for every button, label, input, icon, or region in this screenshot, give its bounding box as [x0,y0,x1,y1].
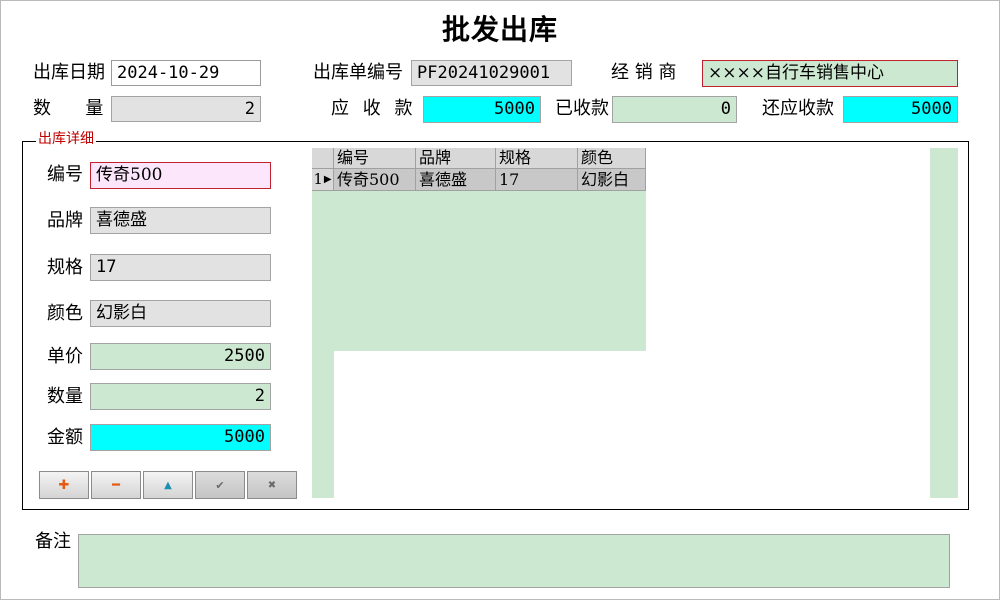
amount-field[interactable]: 5000 [90,424,271,451]
table-row[interactable]: 1 ▶ 传奇500 喜德盛 17 幻影白 [312,169,646,191]
order-no-field[interactable]: PF20241029001 [411,60,572,86]
color-field[interactable]: 幻影白 [90,300,271,327]
grid-cell[interactable]: 17 [496,169,578,191]
detail-group-label: 出库详细 [36,130,96,148]
spec-field[interactable]: 17 [90,254,271,281]
receivable-label: 应 收 款 [331,98,417,119]
color-label: 颜色 [47,303,83,324]
price-label: 单价 [47,346,83,367]
remaining-field[interactable]: 5000 [843,96,958,123]
remaining-label: 还应收款 [762,98,834,119]
grid-header: 编号 品牌 规格 颜色 [312,148,646,169]
remark-label: 备注 [35,531,71,552]
grid-col-header[interactable]: 品牌 [416,148,496,169]
page-title: 批发出库 [441,13,558,46]
spec-label: 规格 [47,257,83,278]
add-button[interactable]: ✚ [39,471,89,499]
received-field[interactable]: 0 [612,96,737,123]
price-field[interactable]: 2500 [90,343,271,370]
edit-button[interactable]: ▲ [143,471,193,499]
dealer-field[interactable]: ××××自行车销售中心 [702,60,958,87]
qty-label: 数 量 [33,98,104,119]
dealer-label: 经 销 商 [611,62,677,83]
check-icon: ✔ [215,478,225,492]
out-date-field[interactable]: 2024-10-29 [111,60,261,86]
grid-cell[interactable]: 传奇500 [334,169,416,191]
out-date-label: 出库日期 [33,62,105,83]
grid-col-header[interactable]: 颜色 [578,148,646,169]
triangle-up-icon: ▲ [164,479,172,491]
x-icon: ✖ [267,479,277,491]
receivable-field[interactable]: 5000 [423,96,541,123]
order-no-label: 出库单编号 [313,62,403,83]
amount-label: 金额 [47,427,83,448]
grid-cell[interactable]: 喜德盛 [416,169,496,191]
grid-cell[interactable]: 幻影白 [578,169,646,191]
grid-empty-area-lower [334,351,930,498]
confirm-button[interactable]: ✔ [195,471,245,499]
grid-col-header[interactable]: 规格 [496,148,578,169]
remark-field[interactable] [78,534,950,588]
grid-col-header[interactable]: 编号 [334,148,416,169]
quantity-label: 数量 [47,386,83,407]
detail-button-bar: ✚ ━ ▲ ✔ ✖ [39,471,297,499]
cancel-button[interactable]: ✖ [247,471,297,499]
total-qty-field[interactable]: 2 [111,96,261,122]
plus-icon: ✚ [58,477,70,493]
quantity-field[interactable]: 2 [90,383,271,410]
row-number: 1 [313,170,323,188]
grid-empty-area [646,148,930,351]
minus-icon: ━ [112,477,120,493]
code-field[interactable]: 传奇500 [90,162,271,189]
brand-field[interactable]: 喜德盛 [90,207,271,234]
grid-corner [312,148,334,169]
row-indicator[interactable]: 1 ▶ [312,169,334,191]
received-label: 已收款 [555,98,609,119]
code-label: 编号 [47,164,83,185]
delete-button[interactable]: ━ [91,471,141,499]
brand-label: 品牌 [47,210,83,231]
row-pointer-icon: ▶ [323,174,332,185]
